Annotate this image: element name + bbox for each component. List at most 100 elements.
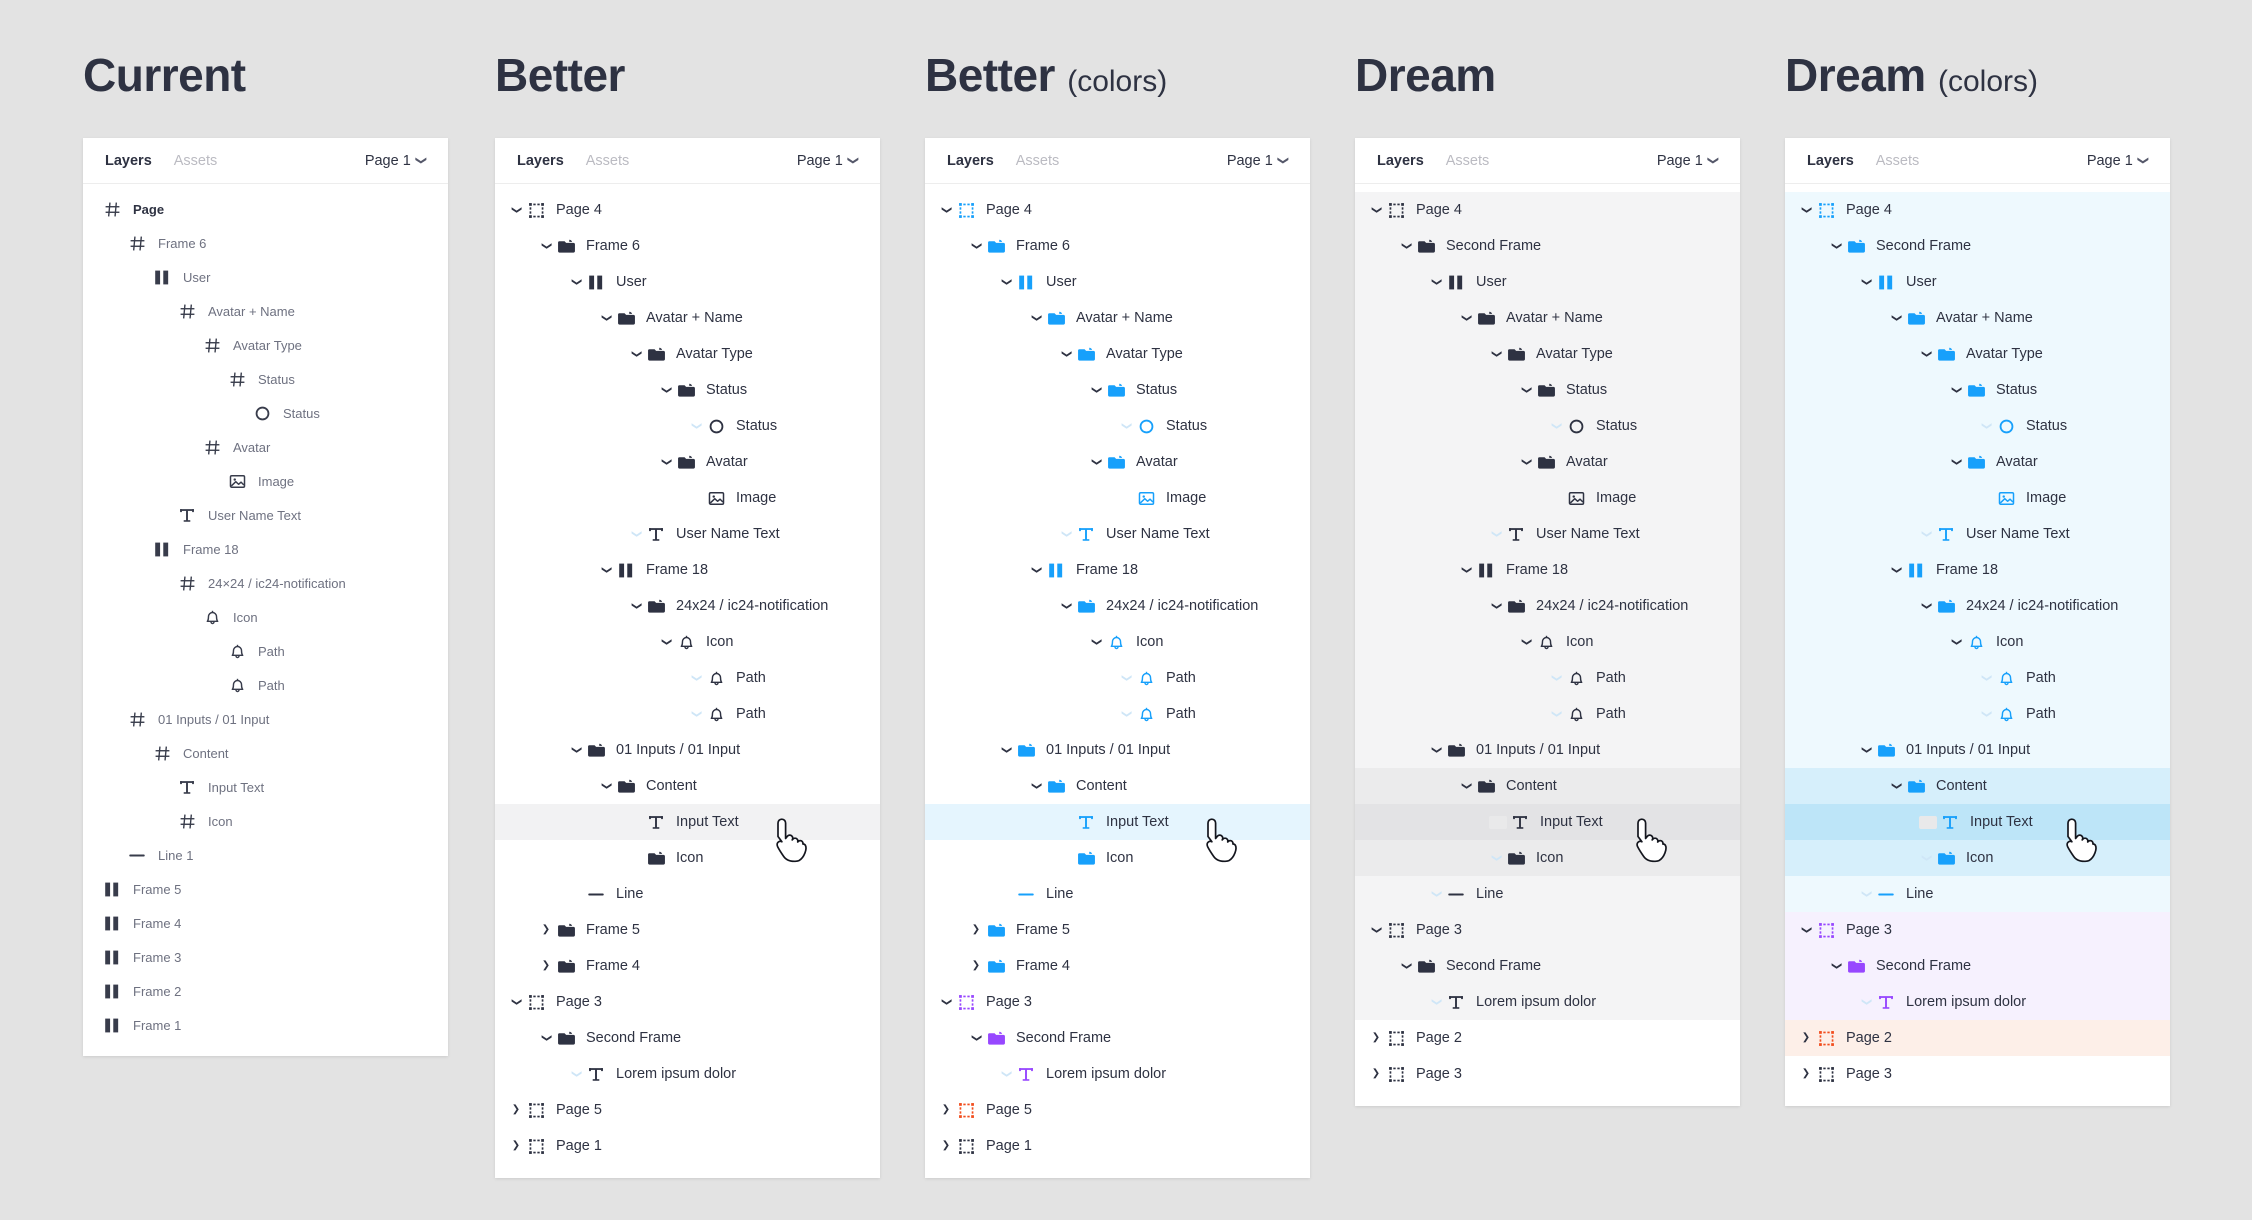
layer-row[interactable]: ❯ Line — [495, 876, 880, 912]
layer-row[interactable]: ❯ Frame 4 — [925, 948, 1310, 984]
layer-row[interactable]: Avatar + Name — [83, 294, 448, 328]
layer-row[interactable]: Frame 2 — [83, 974, 448, 1008]
chevron-down-icon[interactable]: ❯ — [661, 453, 672, 471]
layer-row[interactable]: Avatar Type — [83, 328, 448, 362]
chevron-down-icon[interactable]: ❯ — [1831, 957, 1842, 975]
layer-row[interactable]: ❯ Content — [1785, 768, 2170, 804]
chevron-down-icon[interactable]: ❯ — [1091, 453, 1102, 471]
layer-row[interactable]: ❯ Icon — [1785, 840, 2170, 876]
layer-row[interactable]: ❯ Page 4 — [1355, 192, 1740, 228]
layer-row[interactable]: ❯ Frame 5 — [495, 912, 880, 948]
layer-row[interactable]: ❯ Line — [1355, 876, 1740, 912]
page-selector[interactable]: Page 1 ❯ — [1227, 153, 1289, 169]
layer-row[interactable]: Frame 1 — [83, 1008, 448, 1042]
layer-row[interactable]: ❯ Page 3 — [1355, 912, 1740, 948]
layer-row[interactable]: User Name Text — [83, 498, 448, 532]
chevron-down-icon[interactable]: ❯ — [601, 777, 612, 795]
chevron-down-icon[interactable]: ❯ — [661, 633, 672, 651]
chevron-down-icon[interactable]: ❯ — [1551, 705, 1562, 723]
chevron-down-icon[interactable]: ❯ — [1491, 849, 1502, 867]
layer-row[interactable]: ❯ Avatar — [1355, 444, 1740, 480]
layer-row[interactable]: ❯ Avatar Type — [1785, 336, 2170, 372]
tab-layers[interactable]: Layers — [517, 153, 564, 169]
layer-row[interactable]: ❯ 01 Inputs / 01 Input — [1355, 732, 1740, 768]
layer-row[interactable]: ❯ User — [925, 264, 1310, 300]
chevron-down-icon[interactable]: ❯ — [1801, 921, 1812, 939]
chevron-down-icon[interactable]: ❯ — [631, 597, 642, 615]
chevron-right-icon[interactable]: ❯ — [1797, 1033, 1815, 1043]
chevron-down-icon[interactable]: ❯ — [1491, 597, 1502, 615]
chevron-right-icon[interactable]: ❯ — [507, 1105, 525, 1115]
layer-row[interactable]: ❯ Frame 5 — [925, 912, 1310, 948]
layer-row[interactable]: ❯ Lorem ipsum dolor — [495, 1056, 880, 1092]
chevron-down-icon[interactable]: ❯ — [1061, 525, 1072, 543]
chevron-down-icon[interactable]: ❯ — [1951, 381, 1962, 399]
chevron-down-icon[interactable]: ❯ — [541, 1029, 552, 1047]
chevron-down-icon[interactable]: ❯ — [1981, 669, 1992, 687]
chevron-down-icon[interactable]: ❯ — [1031, 777, 1042, 795]
layer-row[interactable]: ❯ Status — [925, 408, 1310, 444]
layer-row[interactable]: ❯ Path — [1355, 696, 1740, 732]
tab-layers[interactable]: Layers — [105, 153, 152, 169]
chevron-down-icon[interactable]: ❯ — [1921, 849, 1932, 867]
layer-row[interactable]: ❯ Path — [925, 696, 1310, 732]
layer-row[interactable]: ❯ 01 Inputs / 01 Input — [925, 732, 1310, 768]
layer-row[interactable]: ❯ Status — [1355, 408, 1740, 444]
layer-row[interactable]: ❯ Image — [495, 480, 880, 516]
chevron-down-icon[interactable]: ❯ — [1121, 705, 1132, 723]
chevron-down-icon[interactable]: ❯ — [1091, 381, 1102, 399]
chevron-down-icon[interactable]: ❯ — [1461, 561, 1472, 579]
layer-row[interactable]: ❯ Frame 4 — [495, 948, 880, 984]
chevron-down-icon[interactable]: ❯ — [1121, 417, 1132, 435]
layer-row[interactable]: ❯ Avatar Type — [1355, 336, 1740, 372]
layer-row[interactable]: ❯ Status — [1355, 372, 1740, 408]
chevron-down-icon[interactable]: ❯ — [1521, 381, 1532, 399]
layer-row[interactable]: ❯ Icon — [495, 840, 880, 876]
chevron-down-icon[interactable]: ❯ — [1061, 597, 1072, 615]
chevron-down-icon[interactable]: ❯ — [1951, 453, 1962, 471]
chevron-down-icon[interactable]: ❯ — [1491, 525, 1502, 543]
layer-row[interactable]: ❯ Second Frame — [1785, 228, 2170, 264]
chevron-down-icon[interactable]: ❯ — [1491, 345, 1502, 363]
chevron-down-icon[interactable]: ❯ — [691, 669, 702, 687]
layer-row[interactable]: ❯ Icon — [1355, 840, 1740, 876]
layer-row[interactable]: ❯ Avatar + Name — [1785, 300, 2170, 336]
layer-row[interactable]: ❯ Avatar Type — [925, 336, 1310, 372]
layer-row[interactable]: ❯ User — [1785, 264, 2170, 300]
chevron-down-icon[interactable]: ❯ — [1891, 309, 1902, 327]
chevron-down-icon[interactable]: ❯ — [631, 345, 642, 363]
layer-row[interactable]: ❯ Page 3 — [1785, 912, 2170, 948]
chevron-down-icon[interactable]: ❯ — [1951, 633, 1962, 651]
layer-row[interactable]: ❯ Avatar — [495, 444, 880, 480]
chevron-down-icon[interactable]: ❯ — [1371, 921, 1382, 939]
chevron-down-icon[interactable]: ❯ — [1521, 633, 1532, 651]
layer-row[interactable]: Line 1 — [83, 838, 448, 872]
chevron-down-icon[interactable]: ❯ — [1831, 237, 1842, 255]
layer-row[interactable]: ❯ Avatar Type — [495, 336, 880, 372]
layer-row[interactable]: ❯ Page 2 — [1785, 1020, 2170, 1056]
chevron-right-icon[interactable]: ❯ — [967, 961, 985, 971]
layer-row[interactable]: Input Text — [83, 770, 448, 804]
layer-row[interactable]: ❯ Line — [925, 876, 1310, 912]
layer-row[interactable]: Frame 3 — [83, 940, 448, 974]
layer-row[interactable]: ❯ Input Text — [925, 804, 1310, 840]
chevron-down-icon[interactable]: ❯ — [661, 381, 672, 399]
chevron-down-icon[interactable]: ❯ — [1461, 777, 1472, 795]
chevron-down-icon[interactable]: ❯ — [1801, 201, 1812, 219]
layer-row[interactable]: Status — [83, 362, 448, 396]
chevron-down-icon[interactable]: ❯ — [571, 1065, 582, 1083]
layer-row[interactable]: ❯ 24x24 / ic24-notification — [925, 588, 1310, 624]
layer-row[interactable]: ❯ Page 2 — [1355, 1020, 1740, 1056]
layer-row[interactable]: ❯ Lorem ipsum dolor — [1355, 984, 1740, 1020]
layer-row[interactable]: Icon — [83, 600, 448, 634]
layer-row[interactable]: ❯ 24x24 / ic24-notification — [1355, 588, 1740, 624]
page-selector[interactable]: Page 1 ❯ — [1657, 153, 1719, 169]
tab-layers[interactable]: Layers — [1377, 153, 1424, 169]
layer-row[interactable]: Icon — [83, 804, 448, 838]
layer-row[interactable]: ❯ Path — [1785, 696, 2170, 732]
chevron-down-icon[interactable]: ❯ — [1001, 741, 1012, 759]
tab-assets[interactable]: Assets — [586, 153, 630, 169]
layer-row[interactable]: ❯ Status — [925, 372, 1310, 408]
chevron-down-icon[interactable]: ❯ — [1861, 741, 1872, 759]
layer-row[interactable]: ❯ User — [495, 264, 880, 300]
